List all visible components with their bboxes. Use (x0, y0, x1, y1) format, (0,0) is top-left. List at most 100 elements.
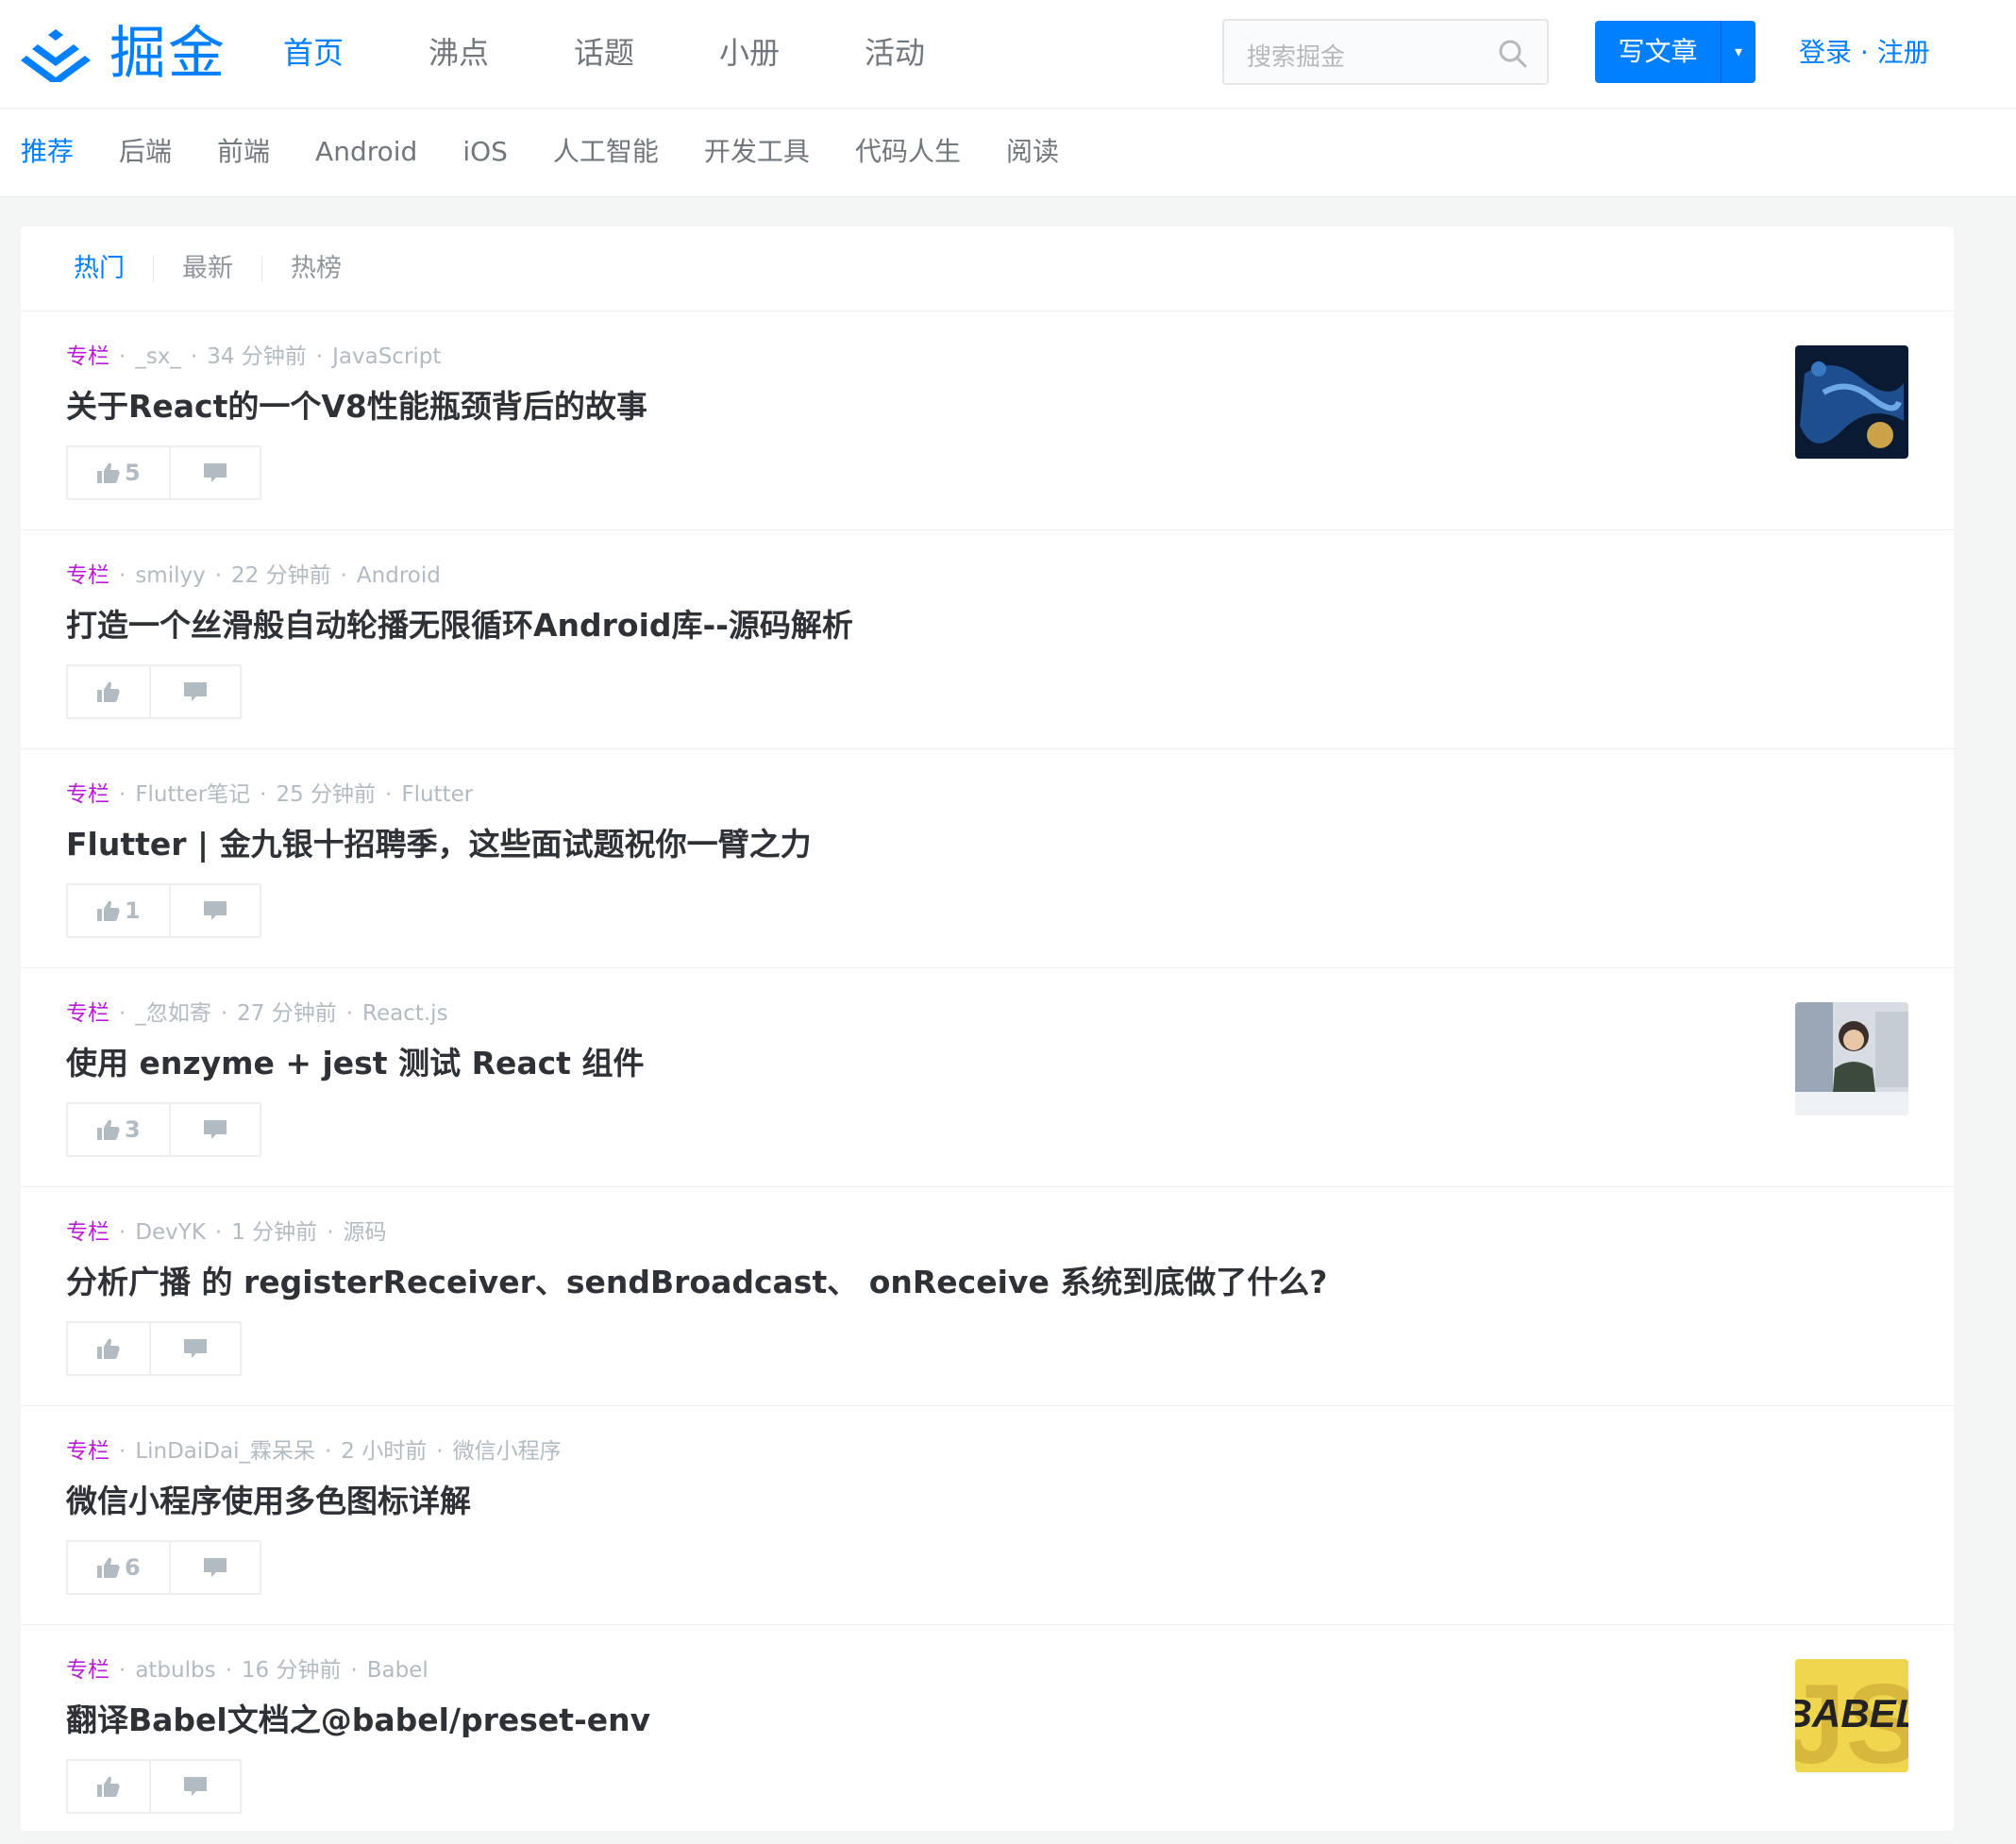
entry-title[interactable]: 打造一个丝滑般自动轮播无限循环Android库--源码解析 (66, 602, 853, 649)
comment-button[interactable] (151, 666, 240, 717)
entry-item[interactable]: 专栏 · LinDaiDai_霖呆呆 · 2 小时前 · 微信小程序 微信小程序使用多色图标… (21, 1406, 1954, 1625)
category-devtools[interactable]: 开发工具 (704, 132, 810, 172)
entry-item[interactable]: 专栏 · atbulbs · 16 分钟前 · Babel 翻译Babel文档之@babel… (21, 1625, 1954, 1844)
entry-type-badge[interactable]: 专栏 (66, 782, 109, 807)
nav-home[interactable]: 首页 (283, 28, 428, 77)
write-article-button[interactable]: 写文章 ▾ (1595, 21, 1756, 83)
entry-tag[interactable]: React.js (362, 1001, 448, 1026)
search-input[interactable]: 搜索掘金 (1222, 19, 1549, 85)
category-android[interactable]: Android (315, 132, 417, 172)
juejin-logo[interactable]: 掘金 (21, 21, 227, 87)
category-nav: 推荐 后端 前端 Android iOS 人工智能 开发工具 代码人生 阅读 (0, 109, 2016, 197)
like-button[interactable] (68, 666, 151, 717)
entry-author[interactable]: LinDaiDai_霖呆呆 (135, 1439, 315, 1464)
thumbnail-image: JSBABEL (1795, 1659, 1908, 1772)
entry-author[interactable]: DevYK (135, 1220, 206, 1245)
entry-type-badge[interactable]: 专栏 (66, 563, 109, 588)
entry-thumbnail[interactable] (1795, 345, 1908, 459)
nav-events[interactable]: 活动 (865, 28, 1010, 77)
like-button[interactable]: 6 (68, 1542, 171, 1593)
entry-item[interactable]: 专栏 · smilyy · 22 分钟前 · Android 打造一个丝滑般自动轮播无限循环… (21, 530, 1954, 749)
entry-title[interactable]: 使用 enzyme + jest 测试 React 组件 (66, 1040, 644, 1087)
like-button[interactable] (68, 1761, 151, 1812)
tab-ranking[interactable]: 热榜 (262, 254, 370, 284)
comment-button[interactable] (171, 447, 260, 498)
meta-dot: · (260, 782, 267, 807)
category-ios[interactable]: iOS (462, 132, 508, 172)
entry-time: 27 分钟前 (237, 1001, 337, 1026)
entry-tag[interactable]: JavaScript (332, 344, 441, 369)
entry-meta: 专栏 · LinDaiDai_霖呆呆 · 2 小时前 · 微信小程序 (66, 1436, 562, 1467)
comment-icon (203, 1120, 227, 1139)
like-button[interactable]: 3 (68, 1104, 171, 1155)
category-reading[interactable]: 阅读 (1006, 132, 1059, 172)
category-ai[interactable]: 人工智能 (553, 132, 659, 172)
category-backend[interactable]: 后端 (119, 132, 172, 172)
entry-title[interactable]: 微信小程序使用多色图标详解 (66, 1478, 471, 1525)
comment-button[interactable] (151, 1761, 240, 1812)
nav-books[interactable]: 小册 (719, 28, 865, 77)
entry-author[interactable]: _忽如寄 (135, 1001, 211, 1026)
entry-actions (66, 664, 242, 719)
category-recommend[interactable]: 推荐 (21, 132, 74, 172)
entry-time: 1 分钟前 (231, 1220, 318, 1245)
comment-button[interactable] (171, 885, 260, 936)
chevron-down-icon[interactable]: ▾ (1722, 21, 1756, 83)
entry-author[interactable]: _sx_ (135, 344, 181, 369)
write-article-label[interactable]: 写文章 (1595, 21, 1722, 83)
entry-title[interactable]: Flutter | 金九银十招聘季，这些面试题祝你一臂之力 (66, 821, 812, 868)
entry-meta: 专栏 · DevYK · 1 分钟前 · 源码 (66, 1217, 387, 1248)
comment-button[interactable] (171, 1104, 260, 1155)
entry-item[interactable]: 专栏 · DevYK · 1 分钟前 · 源码 分析广播 的 registerReceive… (21, 1187, 1954, 1406)
entry-type-badge[interactable]: 专栏 (66, 1220, 109, 1245)
meta-dot: · (119, 1658, 126, 1683)
comment-icon (203, 901, 227, 920)
entry-actions: 3 (66, 1102, 261, 1157)
category-code-life[interactable]: 代码人生 (855, 132, 961, 172)
entry-tag[interactable]: 源码 (344, 1220, 387, 1245)
login-register-link[interactable]: 登录 · 注册 (1799, 34, 1930, 72)
entry-list: 专栏 · _sx_ · 34 分钟前 · JavaScript 关于React的一个V8性能… (21, 311, 1954, 1844)
entry-type-badge[interactable]: 专栏 (66, 1658, 109, 1683)
entry-item[interactable]: 专栏 · _sx_ · 34 分钟前 · JavaScript 关于React的一个V8性能… (21, 311, 1954, 530)
entry-tag[interactable]: 微信小程序 (453, 1439, 562, 1464)
logo-text: 掘金 (109, 21, 227, 87)
entry-author[interactable]: Flutter笔记 (135, 782, 250, 807)
thumbs-up-icon (97, 1338, 120, 1359)
entry-title[interactable]: 关于React的一个V8性能瓶颈背后的故事 (66, 383, 647, 430)
tab-hot[interactable]: 热门 (74, 254, 153, 284)
entry-thumbnail[interactable] (1795, 1002, 1908, 1115)
nav-topics[interactable]: 话题 (574, 28, 719, 77)
like-button[interactable] (68, 1323, 151, 1374)
comment-button[interactable] (171, 1542, 260, 1593)
meta-dot: · (324, 1439, 332, 1464)
category-frontend[interactable]: 前端 (217, 132, 270, 172)
entry-tag[interactable]: Android (357, 563, 441, 588)
entry-item[interactable]: 专栏 · Flutter笔记 · 25 分钟前 · Flutter Flutter | 金九… (21, 749, 1954, 968)
meta-dot: · (327, 1220, 334, 1245)
comment-button[interactable] (151, 1323, 240, 1374)
nav-pins[interactable]: 沸点 (428, 28, 574, 77)
entry-actions (66, 1759, 242, 1814)
entry-thumbnail[interactable]: JSBABEL (1795, 1659, 1908, 1772)
entry-title[interactable]: 翻译Babel文档之@babel/preset-env (66, 1697, 650, 1744)
search-icon[interactable] (1498, 39, 1528, 69)
like-button[interactable]: 1 (68, 885, 171, 936)
entry-tag[interactable]: Flutter (401, 782, 473, 807)
entry-title[interactable]: 分析广播 的 registerReceiver、sendBroadcast、 o… (66, 1259, 1327, 1306)
entry-type-badge[interactable]: 专栏 (66, 344, 109, 369)
meta-dot: · (214, 1220, 223, 1245)
like-button[interactable]: 5 (68, 447, 171, 498)
sort-tabs: 热门 最新 热榜 (21, 226, 1954, 311)
thumbs-up-icon (97, 462, 120, 483)
entry-author[interactable]: atbulbs (135, 1658, 215, 1683)
entry-author[interactable]: smilyy (135, 563, 205, 588)
tab-newest[interactable]: 最新 (154, 254, 261, 284)
entry-type-badge[interactable]: 专栏 (66, 1439, 109, 1464)
comment-icon (184, 1339, 207, 1358)
entry-type-badge[interactable]: 专栏 (66, 1001, 109, 1026)
top-header: 掘金 首页 沸点 话题 小册 活动 搜索掘金 写文章 ▾ 登录 · 注册 (0, 0, 2016, 109)
entry-tag[interactable]: Babel (367, 1658, 428, 1683)
meta-dot: · (345, 1001, 354, 1026)
entry-item[interactable]: 专栏 · _忽如寄 · 27 分钟前 · React.js 使用 enzyme + jest… (21, 968, 1954, 1187)
